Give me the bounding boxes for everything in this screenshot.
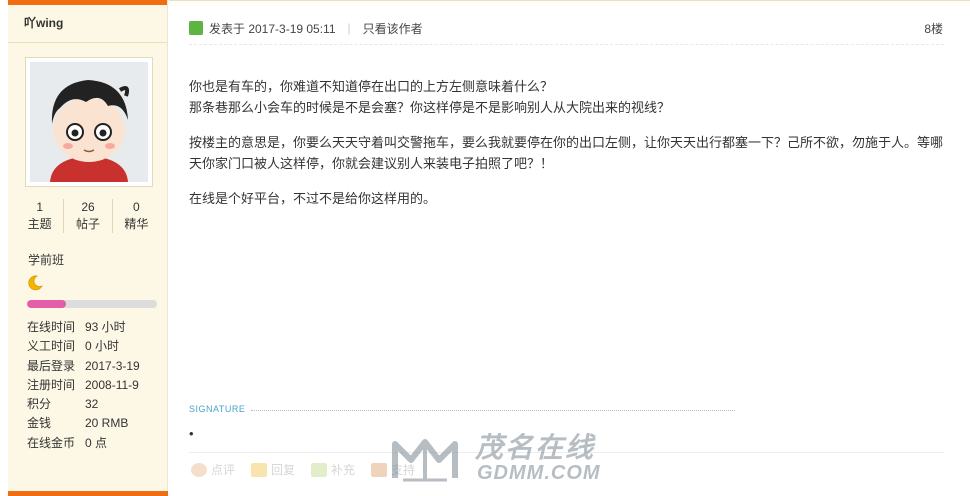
info-key: 在线时间 [27,320,76,334]
stat-threads[interactable]: 1 主题 [16,199,65,233]
supplement-button[interactable]: 补充 [311,461,355,478]
info-key: 义工时间 [27,339,76,354]
post-paragraph: 按楼主的意思是，你要么天天守着叫交警拖车，要么我就要停在你的出口左侧，让你天天出… [189,135,944,171]
info-value: 2008-11-9 [85,377,139,392]
info-row-last-login: 最后登录 2017-3-19 [27,357,167,376]
info-value: 20 RMB [85,416,129,431]
info-row-volunteer-time: 义工时间 0 小时 [27,337,167,356]
reply-button[interactable]: 回复 [251,461,295,478]
info-key: 注册时间 [27,377,76,392]
info-key: 在线金币 [27,435,76,450]
signature-label: SIGNATURE [189,404,246,414]
rate-button[interactable]: 点评 [191,461,235,478]
edit-icon [311,462,328,477]
author-sidebar: 吖wing 1 主题 26 帖子 0 精华 学前班 在线时间 93 小时 义工时… [8,0,168,496]
watermark-logo-icon [392,439,458,482]
stat-posts-value: 26 [81,200,95,214]
thumb-up-icon [371,462,388,477]
author-stats: 1 主题 26 帖子 0 精华 [16,199,160,233]
author-name[interactable]: 吖wing [8,5,167,43]
floor-number[interactable]: 8楼 [924,20,943,37]
post-header: 发表于 2017-3-19 05:11 | 只看该作者 8楼 [189,17,949,39]
watermark-text-cn: 茂名在线 [475,432,596,463]
info-row-online-coins: 在线金币 0 点 [27,434,167,453]
info-key: 积分 [27,397,52,412]
post-actions: 点评 回复 补充 支持 [191,461,415,478]
info-row-points: 积分 32 [27,395,167,414]
reply-icon [251,462,268,477]
info-value: 32 [85,397,99,412]
only-author-link[interactable]: 只看该作者 [363,20,423,37]
stat-threads-value: 1 [36,200,43,214]
post-top-border [169,0,970,6]
supplement-label: 补充 [331,463,356,477]
header-divider [189,44,944,45]
info-value: 0 点 [85,435,108,450]
level-progress-fill [27,300,66,308]
rate-label: 点评 [211,463,236,477]
stat-digest[interactable]: 0 精华 [113,199,160,233]
stat-posts-label: 帖子 [75,217,100,231]
user-rank: 学前班 [28,253,65,267]
stat-digest-label: 精华 [124,217,149,231]
post-paragraph: 你也是有车的，你难道不知道停在出口的上方左侧意味着什么？ 那条巷那么小会车的时候… [189,79,671,115]
post-date: 发表于 2017-3-19 05:11 [209,21,336,36]
post-online-icon [189,21,203,35]
avatar[interactable] [30,62,148,182]
watermark-text-en: GDMM.COM [477,462,601,484]
post-body: 发表于 2017-3-19 05:11 | 只看该作者 8楼 你也是有车的，你难… [169,0,970,496]
reply-label: 回复 [271,463,296,477]
stat-posts[interactable]: 26 帖子 [64,199,113,233]
info-key: 最后登录 [27,358,76,373]
sidebar-bottom-bar [8,491,168,496]
signature-divider [251,410,735,411]
info-value: 2017-3-19 [85,358,140,373]
stat-threads-label: 主题 [27,217,52,231]
comment-icon [191,462,207,477]
info-key: 金钱 [27,416,52,431]
info-value: 0 小时 [85,339,120,354]
post-content: 你也是有车的，你难道不知道停在出口的上方左侧意味着什么？ 那条巷那么小会车的时候… [189,76,949,223]
stat-digest-value: 0 [132,200,140,214]
post-paragraph: 在线是个好平台，不过不是给你这样用的。 [189,191,437,206]
info-row-register-time: 注册时间 2008-11-9 [27,376,167,395]
info-value: 93 小时 [85,320,126,334]
level-progress-bar [27,300,157,308]
avatar-cartoon-image [30,62,148,182]
crescent-moon-icon [28,275,43,291]
author-info: 在线时间 93 小时 义工时间 0 小时 最后登录 2017-3-19 注册时间… [27,318,167,453]
info-row-online-time: 在线时间 93 小时 [27,318,167,337]
info-row-money: 金钱 20 RMB [27,414,167,433]
signature-bullet: • [189,426,194,441]
header-separator: | [347,21,351,35]
site-watermark: 茂名在线 GDMM.COM [389,426,639,490]
avatar-frame[interactable] [25,57,153,187]
